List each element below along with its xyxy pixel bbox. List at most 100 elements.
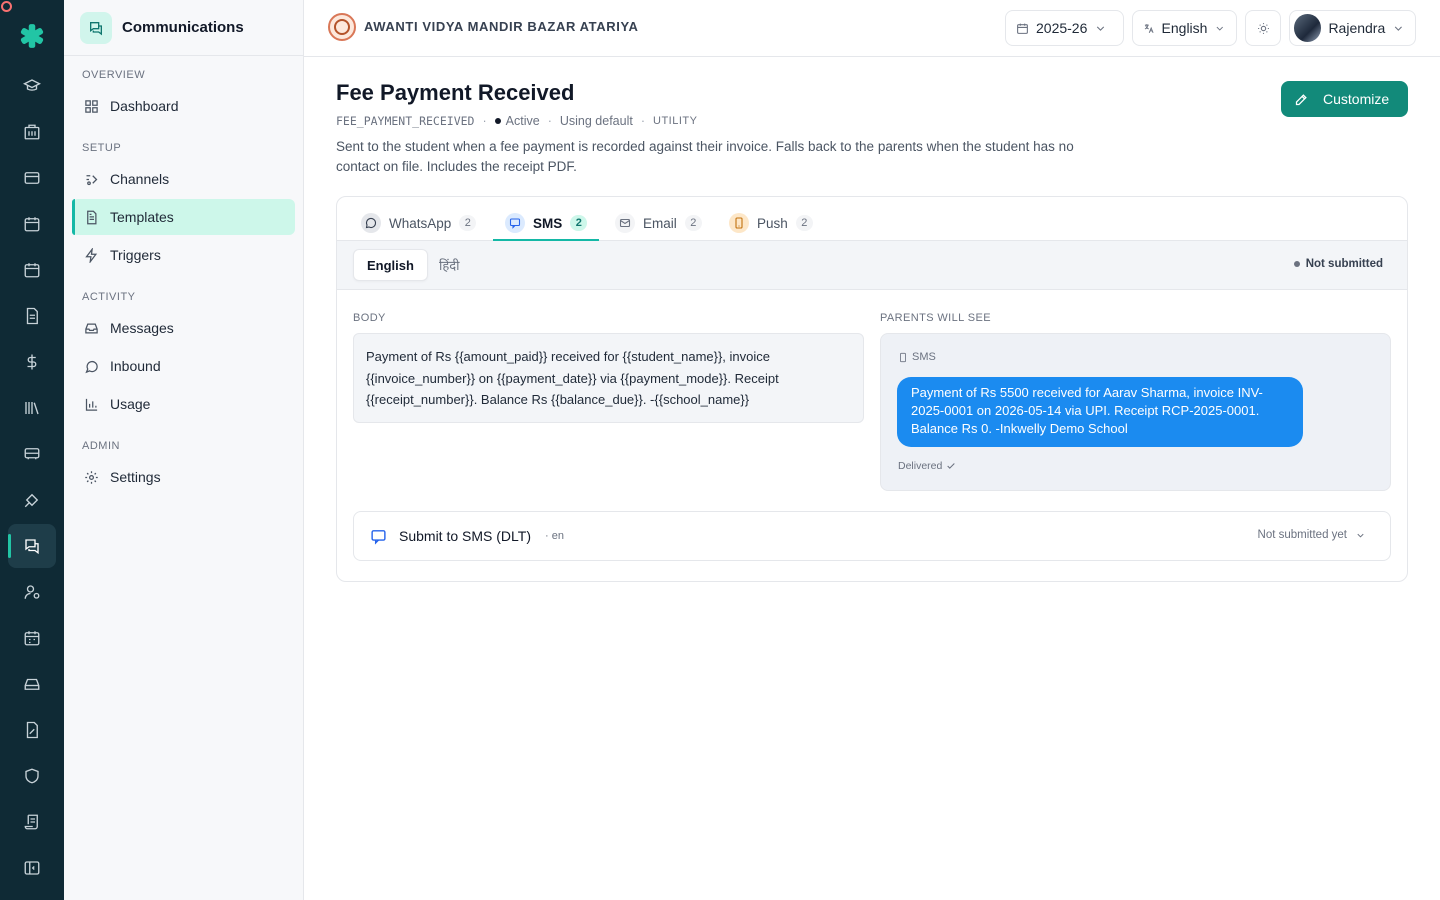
delivered-status: Delivered [898,460,956,472]
chevron-down-icon [1097,25,1105,31]
user-menu[interactable]: Rajendra [1289,10,1416,46]
preview-header: SMS [898,351,936,363]
notification-dot-icon [1,1,12,12]
graduation-cap-icon[interactable] [8,64,56,108]
user-name: Rajendra [1328,20,1386,36]
sun-icon [1257,22,1269,34]
pen-tool-icon[interactable] [8,478,56,522]
sidebar-item-label: Channels [110,171,170,187]
chat-bubble-icon [85,360,98,373]
avatar [1294,14,1322,42]
sidebar-title: Communications [122,19,244,36]
tab-sms[interactable]: SMS 2 [505,205,588,241]
sidebar-item-label: Settings [110,469,161,485]
submit-dlt-panel[interactable]: Submit to SMS (DLT) · en Not submitted y… [353,511,1391,561]
tab-label: WhatsApp [389,215,452,231]
sms-bubble: Payment of Rs 5500 received for Aarav Sh… [897,377,1303,447]
template-description: Sent to the student when a fee payment i… [336,139,1074,174]
collapse-sidebar-icon[interactable] [8,846,56,890]
submission-status: Not submitted [1294,258,1383,270]
sidebar-item-inbound[interactable]: Inbound [72,348,295,384]
preview-channel: SMS [912,351,936,363]
sidebar-group-overview: OVERVIEW [82,69,146,81]
document-icon[interactable] [8,294,56,338]
phone-icon [729,213,749,233]
language-tab-english[interactable]: English [353,249,428,281]
template-source: Using default [559,114,633,128]
hard-drive-icon[interactable] [8,662,56,706]
customize-label: Customize [1323,91,1390,107]
whatsapp-icon [361,213,381,233]
chevron-down-icon [1357,533,1364,538]
tab-label: SMS [533,215,563,231]
scroll-icon[interactable] [8,800,56,844]
calendar-icon [1017,23,1028,34]
tab-label: Email [643,215,677,231]
sidebar-item-label: Messages [110,320,174,336]
template-meta: FEE_PAYMENT_RECEIVED · Active · Using de… [336,114,698,128]
template-code: FEE_PAYMENT_RECEIVED [336,114,475,128]
sidebar-item-channels[interactable]: Channels [72,161,295,197]
shield-icon[interactable] [8,754,56,798]
tab-count: 2 [684,215,702,231]
library-icon[interactable] [8,386,56,430]
top-bar: AWANTI VIDYA MANDIR BAZAR ATARIYA 2025-2… [304,0,1440,57]
check-icon [947,463,956,469]
language-bar: English हिंदी Not submitted [337,241,1407,290]
bus-icon[interactable] [8,432,56,476]
channel-tabs: WhatsApp 2 SMS 2 Email 2 Push 2 [337,197,1407,241]
tab-push[interactable]: Push 2 [729,205,813,241]
tab-count: 2 [459,215,477,231]
user-cog-icon[interactable] [8,570,56,614]
session-selector[interactable]: 2025-26 [1005,10,1124,46]
sidebar-item-label: Templates [110,209,174,225]
sidebar-group-admin: ADMIN [82,440,120,452]
app-icon-rail [0,0,64,900]
template-body-editor[interactable]: Payment of Rs {{amount_paid}} received f… [353,333,864,423]
language-label: English [1161,20,1208,36]
sidebar-item-templates[interactable]: Templates [72,199,295,235]
gear-icon [85,470,98,484]
phone-icon [900,352,906,362]
bar-chart-icon [85,398,98,411]
status-dot-icon [494,118,501,124]
tab-label: Push [757,215,788,231]
tab-email[interactable]: Email 2 [615,205,702,241]
theme-toggle[interactable] [1245,10,1281,46]
chevron-down-icon [1216,26,1224,31]
template-editor-card: WhatsApp 2 SMS 2 Email 2 Push 2 English [336,196,1408,582]
sidebar-item-label: Triggers [110,247,161,263]
page-title: Fee Payment Received [336,80,575,105]
calendar-grid-icon[interactable] [8,616,56,660]
language-selector[interactable]: English [1132,10,1237,46]
dollar-icon[interactable] [8,340,56,384]
sidebar-item-dashboard[interactable]: Dashboard [72,88,295,124]
sidebar-item-usage[interactable]: Usage [72,386,295,422]
calendar-check-icon[interactable] [8,248,56,292]
card-icon[interactable] [8,156,56,200]
sidebar-item-label: Dashboard [110,98,179,114]
customize-button[interactable]: Customize [1281,81,1408,117]
submit-status-label: Not submitted yet [1257,529,1347,541]
file-edit-icon[interactable] [8,708,56,752]
sidebar-item-triggers[interactable]: Triggers [72,237,295,273]
sidebar-header: Communications [64,0,303,56]
tab-whatsapp[interactable]: WhatsApp 2 [361,205,477,241]
sidebar-group-activity: ACTIVITY [82,291,136,303]
template-icon [87,210,97,224]
communications-sidebar: Communications OVERVIEW Dashboard SETUP … [64,0,304,900]
school-logo-icon [328,13,356,41]
sidebar-item-messages[interactable]: Messages [72,310,295,346]
sidebar-item-settings[interactable]: Settings [72,459,295,495]
inbox-icon [85,323,98,333]
delivered-label: Delivered [898,460,943,472]
submit-lang-code: · en [545,530,564,542]
calendar-icon[interactable] [8,202,56,246]
messages-icon[interactable] [8,524,56,568]
lightning-icon [85,247,98,263]
app-logo-icon[interactable] [16,20,48,52]
sidebar-item-label: Inbound [110,358,161,374]
translate-icon [1144,23,1154,33]
building-icon[interactable] [8,110,56,154]
language-tab-hindi[interactable]: हिंदी [426,249,473,281]
